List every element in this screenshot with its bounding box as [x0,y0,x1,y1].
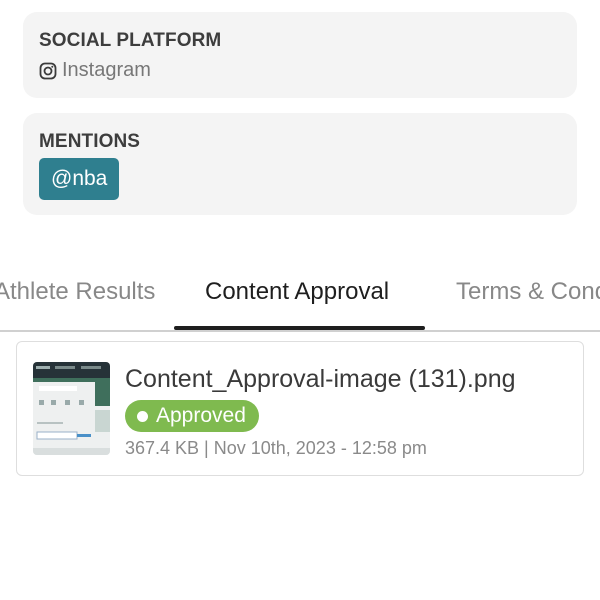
mentions-card: MENTIONS @nba [23,113,577,215]
social-platform-name: Instagram [62,59,151,81]
mention-chip[interactable]: @nba [39,158,120,200]
file-thumbnail[interactable] [33,362,110,455]
social-platform-card: SOCIAL PLATFORM Instagram [23,12,577,98]
social-platform-label: SOCIAL PLATFORM [39,30,222,51]
tab-terms-conditions[interactable]: Terms & Conditions [456,278,600,306]
file-card[interactable]: Content_Approval-image (131).png Approve… [16,341,584,476]
file-name[interactable]: Content_Approval-image (131).png [125,365,516,394]
status-label: Approved [156,404,246,427]
tab-bar: Athlete Results Content Approval Terms &… [0,262,600,332]
page: SOCIAL PLATFORM Instagram MENTIONS @nba … [0,0,600,600]
active-tab-indicator [174,326,425,330]
status-badge: Approved [125,400,259,432]
social-platform-value: Instagram [39,59,151,82]
file-meta: 367.4 KB | Nov 10th, 2023 - 12:58 pm [125,438,427,458]
instagram-icon [39,62,57,80]
status-dot-icon [137,410,148,422]
mentions-label: MENTIONS [39,131,141,152]
tab-content-approval[interactable]: Content Approval [205,278,389,306]
tab-athlete-results[interactable]: Athlete Results [0,278,155,306]
